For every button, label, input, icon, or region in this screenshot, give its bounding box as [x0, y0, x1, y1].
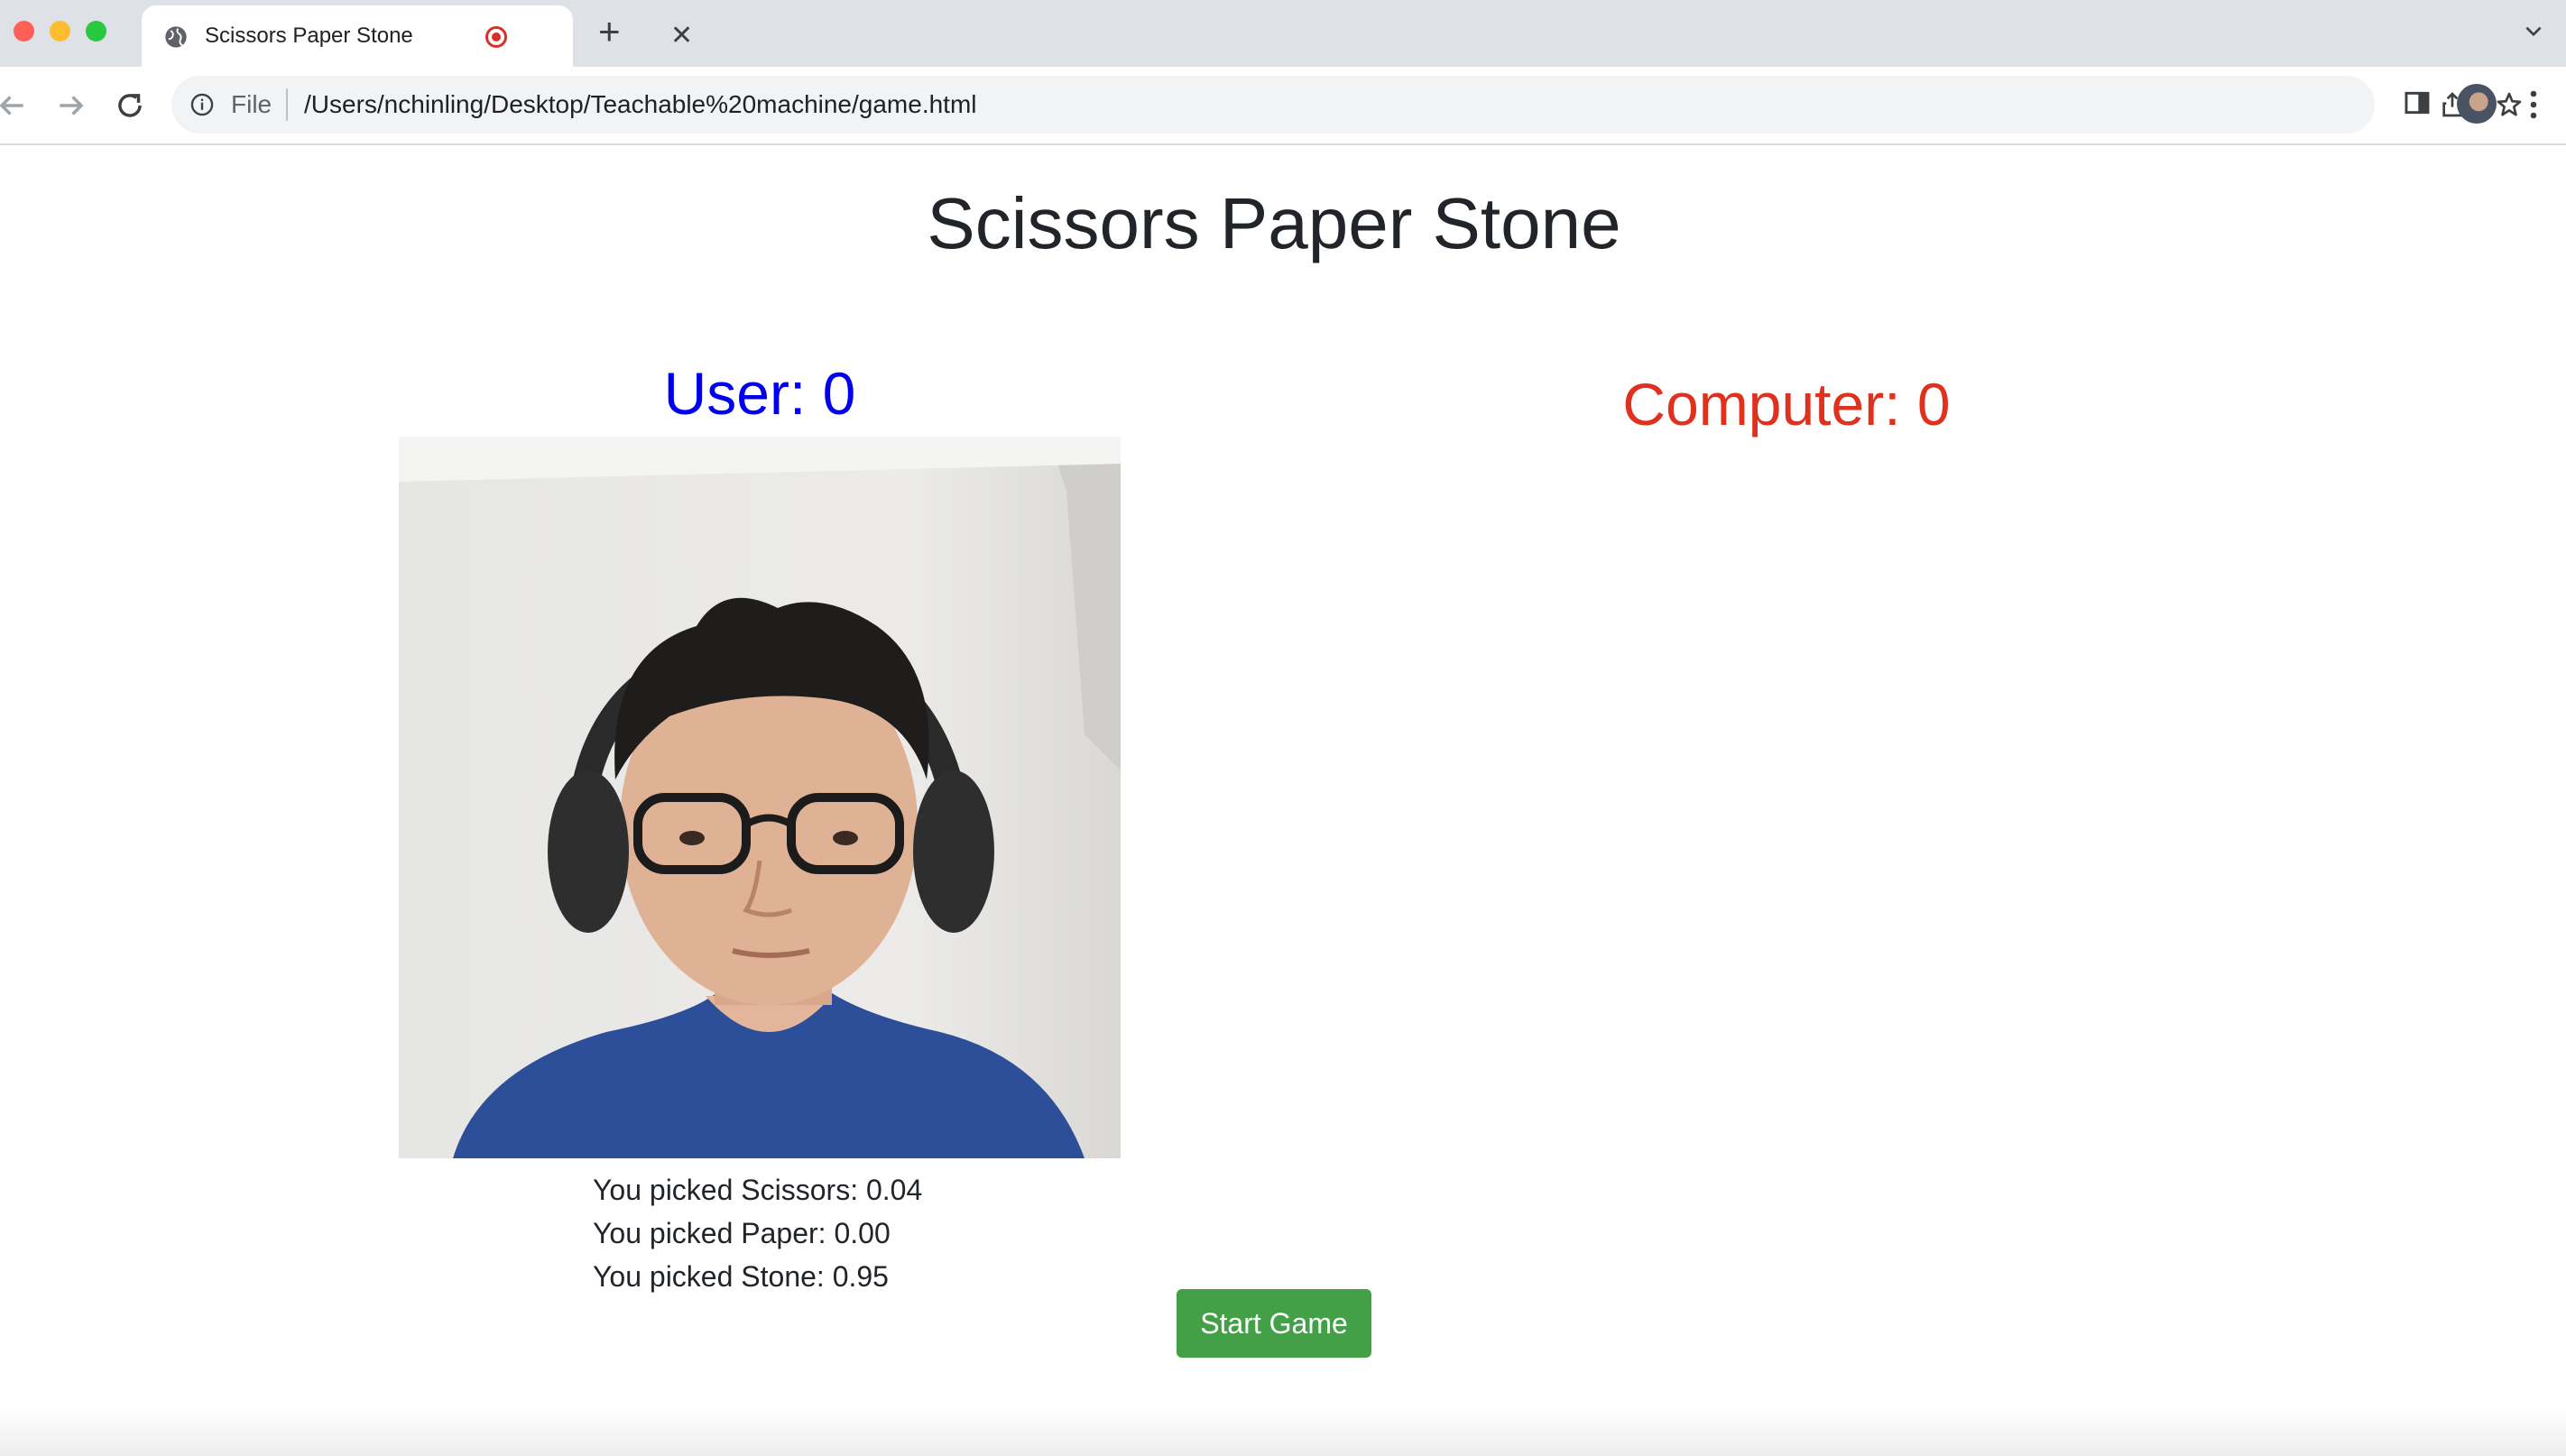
start-game-button[interactable]: Start Game: [1177, 1289, 1371, 1358]
bottom-shade: [0, 1407, 2566, 1456]
omnibox-divider: [286, 88, 288, 121]
webcam-feed: [399, 437, 1121, 1158]
computer-score: Computer: 0: [1622, 371, 1951, 438]
record-icon: [485, 26, 507, 48]
back-arrow-icon[interactable]: [0, 88, 29, 123]
result-stone: You picked Stone: 0.95: [593, 1260, 889, 1293]
star-icon[interactable]: [2495, 90, 2524, 119]
globe-icon: [165, 26, 187, 48]
plus-icon[interactable]: +: [598, 12, 621, 51]
result-paper: You picked Paper: 0.00: [593, 1217, 891, 1249]
toolbar-divider: [0, 143, 2566, 145]
chevron-down-icon[interactable]: [2522, 20, 2545, 43]
address-bar[interactable]: File /Users/nchinling/Desktop/Teachable%…: [171, 76, 2522, 134]
page-title: Scissors Paper Stone: [927, 183, 1621, 263]
browser-tab[interactable]: Scissors Paper Stone ✕: [142, 5, 693, 67]
scheme-label: File: [231, 90, 272, 118]
tab-title: Scissors Paper Stone: [205, 23, 413, 48]
close-icon[interactable]: ✕: [670, 21, 693, 51]
forward-arrow-icon[interactable]: [54, 88, 88, 123]
result-scissors: You picked Scissors: 0.04: [593, 1174, 923, 1206]
window-maximize-button[interactable]: [86, 21, 106, 41]
user-score: User: 0: [663, 360, 856, 427]
menu-icon[interactable]: [2524, 88, 2543, 121]
tab-strip: Scissors Paper Stone ✕ +: [0, 0, 2566, 67]
info-icon[interactable]: [189, 92, 215, 117]
url-text[interactable]: /Users/nchinling/Desktop/Teachable%20mac…: [304, 90, 977, 119]
reload-icon[interactable]: [113, 88, 147, 123]
window-minimize-button[interactable]: [50, 21, 70, 41]
side-panel-icon[interactable]: [2403, 88, 2432, 117]
window-close-button[interactable]: [14, 21, 34, 41]
avatar[interactable]: [2457, 84, 2497, 124]
